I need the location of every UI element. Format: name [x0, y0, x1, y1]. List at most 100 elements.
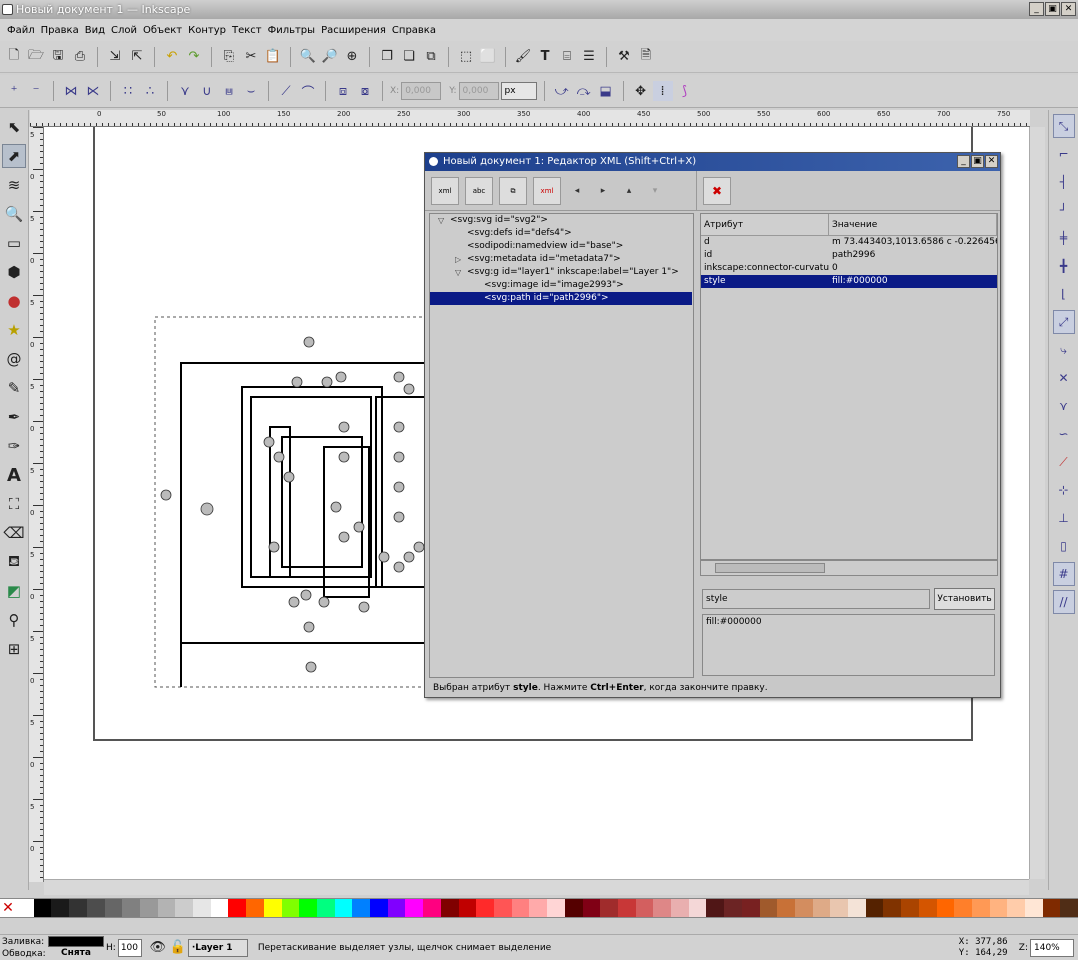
- delete-attribute-button[interactable]: ✖: [703, 176, 731, 205]
- color-swatch[interactable]: [564, 899, 583, 917]
- selector-tool-icon[interactable]: ⬉: [2, 115, 26, 139]
- snap-nodes-icon[interactable]: ⌊: [1053, 282, 1075, 306]
- color-swatch[interactable]: [370, 899, 388, 917]
- duplicate-icon[interactable]: ❐: [377, 47, 397, 67]
- star-tool-icon[interactable]: ★: [2, 318, 26, 342]
- menu-layer[interactable]: Слой: [108, 25, 140, 36]
- color-swatch[interactable]: [954, 899, 972, 917]
- attribute-row[interactable]: id path2996: [701, 249, 997, 262]
- xml-tree-node[interactable]: ▽ <svg:svg id="svg2">: [430, 214, 693, 227]
- color-swatch[interactable]: [299, 899, 317, 917]
- delete-node-button[interactable]: xml: [533, 176, 561, 205]
- color-swatch[interactable]: [193, 899, 211, 917]
- color-swatch[interactable]: [493, 899, 512, 917]
- color-swatch[interactable]: [228, 899, 247, 917]
- calligraphy-tool-icon[interactable]: ✑: [2, 434, 26, 458]
- redo-icon[interactable]: ↷: [184, 47, 204, 67]
- tweak-tool-icon[interactable]: ≋: [2, 173, 26, 197]
- snap-bbox-edge-icon[interactable]: ┤: [1053, 170, 1075, 194]
- color-swatch[interactable]: [69, 899, 87, 917]
- color-swatch[interactable]: [122, 899, 140, 917]
- color-swatch[interactable]: [33, 899, 52, 917]
- group-icon[interactable]: ⬚: [456, 47, 476, 67]
- eraser-tool-icon[interactable]: ⌫: [2, 521, 26, 545]
- zoom-page-icon[interactable]: ⊕: [342, 47, 362, 67]
- print-icon[interactable]: ⎙: [70, 47, 90, 67]
- join-nodes-icon[interactable]: ⋈: [61, 81, 81, 101]
- clone-icon[interactable]: ❏: [399, 47, 419, 67]
- menu-filters[interactable]: Фильтры: [265, 25, 318, 36]
- xml-tree-node[interactable]: <sodipodi:namedview id="base">: [430, 240, 693, 253]
- cusp-node-icon[interactable]: ⋎: [175, 81, 195, 101]
- attribute-column-header[interactable]: Атрибут: [701, 214, 829, 235]
- color-swatch[interactable]: [511, 899, 530, 917]
- snap-grid-icon[interactable]: #: [1052, 562, 1075, 586]
- save-icon[interactable]: 🖫: [48, 47, 68, 67]
- snap-nodes-enable-icon[interactable]: ⤢: [1052, 310, 1075, 334]
- attribute-name-input[interactable]: style: [702, 589, 930, 609]
- attribute-row[interactable]: d m 73.443403,1013.6586 c -0.226456,-0.: [701, 236, 997, 249]
- menu-extensions[interactable]: Расширения: [318, 25, 389, 36]
- color-swatch[interactable]: [387, 899, 406, 917]
- color-swatch[interactable]: [263, 899, 282, 917]
- snap-page-icon[interactable]: ▯: [1053, 534, 1075, 558]
- xml-tree-node[interactable]: <svg:defs id="defs4">: [430, 227, 693, 240]
- color-swatch[interactable]: [476, 899, 494, 917]
- attribute-row[interactable]: style fill:#000000: [701, 275, 997, 288]
- color-swatch[interactable]: [458, 899, 477, 917]
- copy-icon[interactable]: ⎘: [219, 47, 239, 67]
- color-swatch[interactable]: [16, 899, 34, 917]
- color-swatch[interactable]: [830, 899, 849, 917]
- symmetric-node-icon[interactable]: ⩏: [219, 81, 239, 101]
- new-element-node-button[interactable]: xml: [431, 176, 459, 205]
- ungroup-icon[interactable]: ⬜: [478, 47, 498, 67]
- pencil-tool-icon[interactable]: ✎: [2, 376, 26, 400]
- color-palette[interactable]: ✕: [0, 898, 1078, 918]
- x-input[interactable]: 0,000: [401, 82, 442, 100]
- dropper-tool-icon[interactable]: ⚲: [2, 608, 26, 632]
- color-swatch[interactable]: [1060, 899, 1078, 917]
- color-swatch[interactable]: [901, 899, 919, 917]
- export-icon[interactable]: ⇱: [127, 47, 147, 67]
- color-swatch[interactable]: [671, 899, 689, 917]
- align-icon[interactable]: ☰: [579, 47, 599, 67]
- menu-file[interactable]: Файл: [4, 25, 38, 36]
- connector-tool-icon[interactable]: ⊞: [2, 637, 26, 661]
- opacity-input[interactable]: 100: [117, 938, 142, 957]
- node-tool-icon[interactable]: ⬈: [2, 144, 26, 168]
- snap-rotation-icon[interactable]: ⊥: [1053, 506, 1075, 530]
- mask-edit-icon[interactable]: ⬓: [596, 81, 616, 101]
- color-swatch[interactable]: [352, 899, 371, 917]
- color-swatch[interactable]: [617, 899, 636, 917]
- zoom-drawing-icon[interactable]: 🔎: [320, 47, 340, 67]
- snap-bbox-center-icon[interactable]: ╋: [1053, 254, 1075, 278]
- duplicate-node-button[interactable]: ⧉: [499, 176, 527, 205]
- lower-node-icon[interactable]: ▾: [645, 181, 665, 201]
- value-column-header[interactable]: Значение: [829, 214, 997, 235]
- y-input[interactable]: 0,000: [458, 82, 499, 100]
- color-swatch[interactable]: [724, 899, 742, 917]
- transform-handles-icon[interactable]: ✥: [631, 81, 651, 101]
- color-swatch[interactable]: [688, 899, 707, 917]
- expander-closed-icon[interactable]: ▷: [455, 253, 461, 266]
- color-swatch[interactable]: [883, 899, 902, 917]
- auto-smooth-node-icon[interactable]: ⌣: [241, 81, 261, 101]
- menu-object[interactable]: Объект: [140, 25, 185, 36]
- show-handles-icon[interactable]: ⁞: [652, 81, 673, 101]
- snap-enable-icon[interactable]: ⤡: [1052, 114, 1075, 138]
- vertical-scrollbar[interactable]: [1029, 127, 1045, 879]
- minimize-button[interactable]: _: [1029, 2, 1044, 16]
- close-button[interactable]: ✕: [1061, 2, 1076, 16]
- color-swatch[interactable]: [405, 899, 424, 917]
- color-swatch[interactable]: [741, 899, 760, 917]
- bucket-tool-icon[interactable]: ⛾: [2, 550, 26, 574]
- color-swatch[interactable]: [971, 899, 990, 917]
- delete-segment-icon[interactable]: ∴: [140, 81, 160, 101]
- text-tool-icon[interactable]: A: [2, 463, 26, 487]
- indent-node-icon[interactable]: ▸: [593, 181, 613, 201]
- stroke-value[interactable]: Снята: [48, 947, 104, 959]
- unindent-node-icon[interactable]: ◂: [567, 181, 587, 201]
- color-swatch[interactable]: [51, 899, 70, 917]
- dialog-close-button[interactable]: ✕: [985, 155, 998, 168]
- dialog-maximize-button[interactable]: ▣: [971, 155, 984, 168]
